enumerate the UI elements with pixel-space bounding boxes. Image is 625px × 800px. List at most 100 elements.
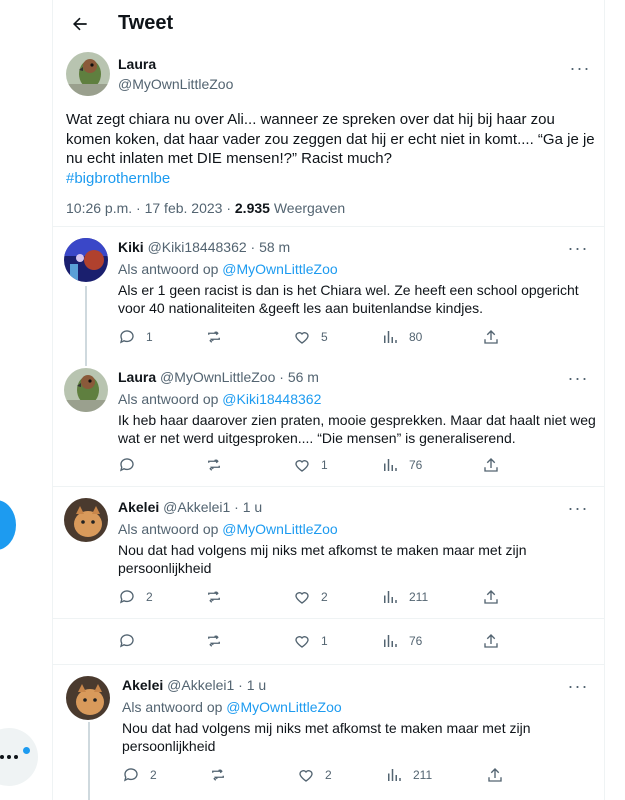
author-handle[interactable]: @MyOwnLittleZoo · 56 m [160, 369, 319, 385]
share-button[interactable] [482, 632, 500, 650]
retweet-button[interactable] [209, 766, 237, 784]
more-icon [0, 755, 18, 759]
share-icon [484, 458, 498, 472]
reply-header: Laura @MyOwnLittleZoo · 56 m [118, 369, 319, 385]
reply-tweet[interactable]: Akelei @Akkelei1 · 1 u ··· Als antwoord … [56, 664, 609, 800]
author-name[interactable]: Akelei [118, 499, 159, 515]
reply-button[interactable]: 2 [118, 588, 153, 606]
reply-to-prefix: Als antwoord op [122, 699, 223, 715]
author-name[interactable]: Akelei [122, 677, 163, 693]
reply-text: Nou dat had volgens mij niks met afkomst… [122, 720, 531, 754]
share-icon [484, 330, 498, 344]
reply-tweet[interactable]: Akelei @Akkelei1 · 1 u ··· Als antwoord … [52, 486, 605, 618]
views-button[interactable]: 211 [381, 588, 428, 606]
reply-to-handle[interactable]: @MyOwnLittleZoo [222, 521, 337, 537]
share-button[interactable] [482, 328, 500, 346]
author-name[interactable]: Laura [118, 56, 156, 72]
more-options-icon[interactable]: ··· [568, 368, 588, 388]
action-bar: 2 2 211 [110, 588, 530, 608]
reply-tweet[interactable]: Laura @MyOwnLittleZoo · 56 m ··· Als ant… [52, 356, 605, 486]
views-button[interactable]: 76 [381, 632, 422, 650]
share-button[interactable] [482, 456, 500, 474]
compose-button[interactable] [0, 500, 16, 550]
analytics-icon [388, 769, 401, 781]
like-button[interactable]: 5 [293, 328, 328, 346]
share-icon [484, 590, 498, 604]
analytics-icon [384, 459, 397, 471]
notification-dot [23, 747, 30, 754]
retweet-button[interactable] [205, 632, 233, 650]
reply-tweet[interactable]: Kiki @Kiki18448362 · 58 m ··· Als antwoo… [52, 226, 605, 356]
reply-to: Als antwoord op @MyOwnLittleZoo [118, 261, 338, 277]
reply-header: Akelei @Akkelei1 · 1 u [118, 499, 262, 515]
reply-to: Als antwoord op @MyOwnLittleZoo [122, 699, 342, 715]
like-button[interactable]: 1 [293, 632, 328, 650]
reply-text: Ik heb haar daarover zien praten, mooie … [118, 412, 596, 446]
reply-to-prefix: Als antwoord op [118, 391, 219, 407]
author-handle[interactable]: @Kiki18448362 · 58 m [148, 239, 291, 255]
tweet-body: Wat zegt chiara nu over Ali... wanneer z… [66, 111, 595, 167]
avatar[interactable] [66, 52, 110, 96]
comment-icon [119, 634, 134, 648]
comment-icon [123, 768, 138, 782]
action-bar: 1 5 80 [110, 328, 530, 348]
reply-button[interactable] [118, 456, 146, 474]
author-name[interactable]: Kiki [118, 239, 144, 255]
more-options-icon[interactable]: ··· [568, 676, 588, 696]
avatar[interactable] [64, 498, 108, 542]
views-button[interactable]: 80 [381, 328, 422, 346]
comment-icon [119, 590, 134, 604]
retweet-button[interactable] [205, 456, 233, 474]
main-tweet-author: Laura @MyOwnLittleZoo ··· [52, 52, 605, 102]
reply-header: Kiki @Kiki18448362 · 58 m [118, 239, 290, 255]
analytics-icon [384, 331, 397, 343]
reply-to: Als antwoord op @MyOwnLittleZoo [118, 521, 338, 537]
reply-to-handle[interactable]: @MyOwnLittleZoo [222, 261, 337, 277]
retweet-icon [208, 635, 220, 647]
avatar[interactable] [64, 238, 108, 282]
arrow-left-icon [73, 17, 87, 31]
share-button[interactable] [482, 588, 500, 606]
analytics-icon [384, 591, 397, 603]
more-options-icon[interactable]: ··· [570, 58, 590, 78]
reply-button[interactable]: 2 [122, 766, 157, 784]
like-button[interactable]: 2 [293, 588, 328, 606]
reply-text: Als er 1 geen racist is dan is het Chiar… [118, 282, 579, 316]
share-button[interactable] [486, 766, 504, 784]
action-bar: 2 2 211 [114, 766, 534, 786]
author-name[interactable]: Laura [118, 369, 156, 385]
like-button[interactable]: 2 [297, 766, 332, 784]
heart-icon [295, 460, 309, 472]
more-options-icon[interactable]: ··· [568, 498, 588, 518]
more-options-icon[interactable]: ··· [568, 238, 588, 258]
reply-to-prefix: Als antwoord op [118, 261, 219, 277]
reply-button[interactable] [118, 632, 146, 650]
reply-to-handle[interactable]: @Kiki18448362 [222, 391, 321, 407]
analytics-icon [384, 635, 397, 647]
views-button[interactable]: 211 [385, 766, 432, 784]
avatar[interactable] [66, 676, 110, 720]
retweet-icon [208, 459, 220, 471]
avatar[interactable] [64, 368, 108, 412]
author-handle[interactable]: @Akkelei1 · 1 u [163, 499, 262, 515]
views-button[interactable]: 76 [381, 456, 422, 474]
more-menu-button[interactable] [0, 728, 38, 786]
reply-button[interactable]: 1 [118, 328, 153, 346]
reply-to-handle[interactable]: @MyOwnLittleZoo [226, 699, 341, 715]
comment-icon [119, 458, 134, 472]
hashtag-link[interactable]: #bigbrothernlbe [66, 170, 170, 187]
share-icon [488, 768, 502, 782]
author-handle[interactable]: @MyOwnLittleZoo [118, 76, 233, 92]
tweet-timestamp[interactable]: 10:26 p.m. · 17 feb. 2023 · [66, 200, 231, 216]
retweet-icon [212, 769, 224, 781]
tweet-text: Wat zegt chiara nu over Ali... wanneer z… [66, 110, 596, 188]
reply-to: Als antwoord op @Kiki18448362 [118, 391, 321, 407]
page-header: Tweet [52, 0, 605, 48]
like-button[interactable]: 1 [293, 456, 328, 474]
action-bar: 1 76 [110, 632, 530, 652]
thread-line [88, 722, 90, 800]
retweet-button[interactable] [205, 588, 233, 606]
author-handle[interactable]: @Akkelei1 · 1 u [167, 677, 266, 693]
back-button[interactable] [66, 10, 94, 38]
retweet-button[interactable] [205, 328, 233, 346]
